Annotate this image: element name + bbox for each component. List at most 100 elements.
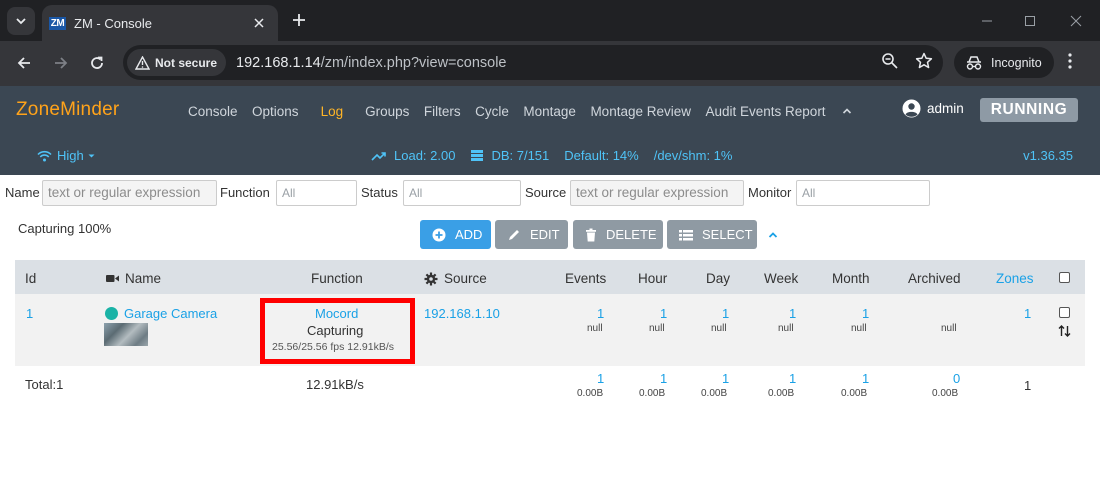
- collapse-navbar-icon[interactable]: [842, 104, 852, 119]
- filter-source-label: Source: [525, 185, 567, 200]
- filter-monitor-select[interactable]: All: [796, 180, 930, 206]
- menu-montage-review[interactable]: Montage Review: [590, 104, 691, 119]
- gear-icon: [424, 272, 438, 285]
- sort-arrows-icon[interactable]: [1058, 324, 1071, 338]
- total-hour-size: 0.00B: [639, 388, 666, 399]
- forward-button[interactable]: [49, 51, 73, 75]
- function-highlight-box: [260, 298, 415, 364]
- reload-button[interactable]: [85, 51, 109, 75]
- menu-log[interactable]: Log: [321, 104, 344, 119]
- close-tab-icon[interactable]: [250, 14, 268, 32]
- select-monitor-button[interactable]: SELECT: [667, 220, 757, 249]
- filter-bar: Name text or regular expression Function…: [0, 175, 1100, 215]
- total-week[interactable]: 1: [789, 371, 796, 386]
- month-count[interactable]: 1: [862, 306, 869, 321]
- address-bar[interactable]: Not secure 192.168.1.14/zm/index.php?vie…: [123, 45, 943, 80]
- monitor-source[interactable]: 192.168.1.10: [424, 306, 500, 321]
- table-row[interactable]: 1 Garage Camera Mocord Capturing 25.56/2…: [15, 294, 1085, 366]
- delete-monitor-button[interactable]: DELETE: [573, 220, 663, 249]
- col-function[interactable]: Function: [311, 271, 363, 286]
- not-secure-label: Not secure: [155, 55, 218, 70]
- browser-tab[interactable]: ZM ZM - Console: [42, 5, 278, 41]
- total-events[interactable]: 1: [597, 371, 604, 386]
- menu-console[interactable]: Console: [188, 104, 238, 119]
- week-count[interactable]: 1: [789, 306, 796, 321]
- select-all-checkbox[interactable]: [1059, 272, 1070, 283]
- filter-source-input[interactable]: text or regular expression: [570, 180, 744, 206]
- filter-name-input[interactable]: text or regular expression: [42, 180, 217, 206]
- day-count[interactable]: 1: [722, 306, 729, 321]
- back-button[interactable]: [12, 51, 36, 75]
- total-day-size: 0.00B: [701, 388, 728, 399]
- minimize-window-button[interactable]: [964, 0, 1010, 41]
- menu-audit-events-report[interactable]: Audit Events Report: [706, 104, 826, 119]
- filter-name-label: Name: [5, 185, 40, 200]
- total-day[interactable]: 1: [722, 371, 729, 386]
- list-icon: [679, 229, 693, 240]
- maximize-window-button[interactable]: [1007, 0, 1053, 41]
- version-label[interactable]: v1.36.35: [1023, 148, 1073, 163]
- trash-icon: [586, 228, 596, 241]
- total-archived[interactable]: 0: [953, 371, 960, 386]
- close-icon: [1070, 15, 1082, 26]
- total-hour[interactable]: 1: [660, 371, 667, 386]
- site-security-chip[interactable]: Not secure: [127, 49, 227, 76]
- col-zones[interactable]: Zones: [996, 271, 1034, 286]
- brand-logo[interactable]: ZoneMinder: [16, 99, 119, 121]
- filter-status-label: Status: [361, 185, 398, 200]
- menu-cycle[interactable]: Cycle: [475, 104, 509, 119]
- bookmark-star-icon[interactable]: [915, 52, 933, 70]
- total-month[interactable]: 1: [862, 371, 869, 386]
- col-id[interactable]: Id: [25, 271, 36, 286]
- col-source[interactable]: Source: [424, 271, 487, 286]
- add-monitor-button[interactable]: ADD: [420, 220, 491, 249]
- user-avatar-icon: [902, 99, 921, 118]
- filter-monitor-label: Monitor: [748, 185, 792, 200]
- tab-title: ZM - Console: [74, 15, 153, 31]
- col-week[interactable]: Week: [764, 271, 798, 286]
- zm-favicon-icon: ZM: [49, 16, 66, 30]
- events-count[interactable]: 1: [597, 306, 604, 321]
- col-month[interactable]: Month: [832, 271, 870, 286]
- zoom-icon[interactable]: [881, 52, 899, 70]
- collapse-actions-icon[interactable]: [768, 231, 778, 239]
- zones-count[interactable]: 1: [1024, 306, 1031, 321]
- bandwidth-selector[interactable]: High: [37, 148, 101, 163]
- trending-up-icon: [371, 151, 386, 161]
- incognito-profile-button[interactable]: Incognito: [954, 47, 1054, 78]
- filter-status-select[interactable]: All: [403, 180, 521, 206]
- menu-montage[interactable]: Montage: [523, 104, 576, 119]
- monitor-id[interactable]: 1: [26, 306, 33, 321]
- col-name[interactable]: Name: [106, 271, 161, 286]
- warning-icon: [135, 55, 150, 70]
- total-label: Total:1: [25, 377, 64, 392]
- menu-options[interactable]: Options: [252, 104, 299, 119]
- menu-groups[interactable]: Groups: [365, 104, 409, 119]
- new-tab-button[interactable]: [288, 9, 310, 31]
- filter-function-select[interactable]: All: [276, 180, 357, 206]
- row-select-checkbox[interactable]: [1059, 307, 1070, 318]
- run-state-button[interactable]: RUNNING: [980, 98, 1078, 122]
- browser-toolbar: Not secure 192.168.1.14/zm/index.php?vie…: [0, 41, 1100, 86]
- hour-count[interactable]: 1: [660, 306, 667, 321]
- menu-filters[interactable]: Filters: [424, 104, 461, 119]
- browser-menu-icon[interactable]: [1068, 53, 1072, 69]
- arrow-right-icon: [55, 57, 68, 69]
- col-archived[interactable]: Archived: [908, 271, 961, 286]
- col-day[interactable]: Day: [706, 271, 730, 286]
- col-events[interactable]: Events: [565, 271, 606, 286]
- close-window-button[interactable]: [1053, 0, 1099, 41]
- tab-search-button[interactable]: [7, 6, 35, 35]
- video-camera-icon: [106, 275, 119, 282]
- camera-thumbnail[interactable]: [104, 323, 148, 346]
- col-hour[interactable]: Hour: [638, 271, 667, 286]
- edit-monitor-button[interactable]: EDIT: [495, 220, 568, 249]
- storage-stat[interactable]: Default: 14%: [564, 148, 638, 163]
- monitor-name[interactable]: Garage Camera: [105, 306, 217, 321]
- app-navbar: ZoneMinder Console Options Log Groups Fi…: [0, 86, 1100, 175]
- action-bar: Capturing 100% ADD EDIT DELETE SELECT: [0, 215, 1100, 259]
- database-icon: [471, 150, 484, 161]
- url-text[interactable]: 192.168.1.14/zm/index.php?view=console: [236, 55, 506, 71]
- user-menu[interactable]: admin: [902, 99, 964, 118]
- total-bandwidth: 12.91kB/s: [306, 377, 364, 392]
